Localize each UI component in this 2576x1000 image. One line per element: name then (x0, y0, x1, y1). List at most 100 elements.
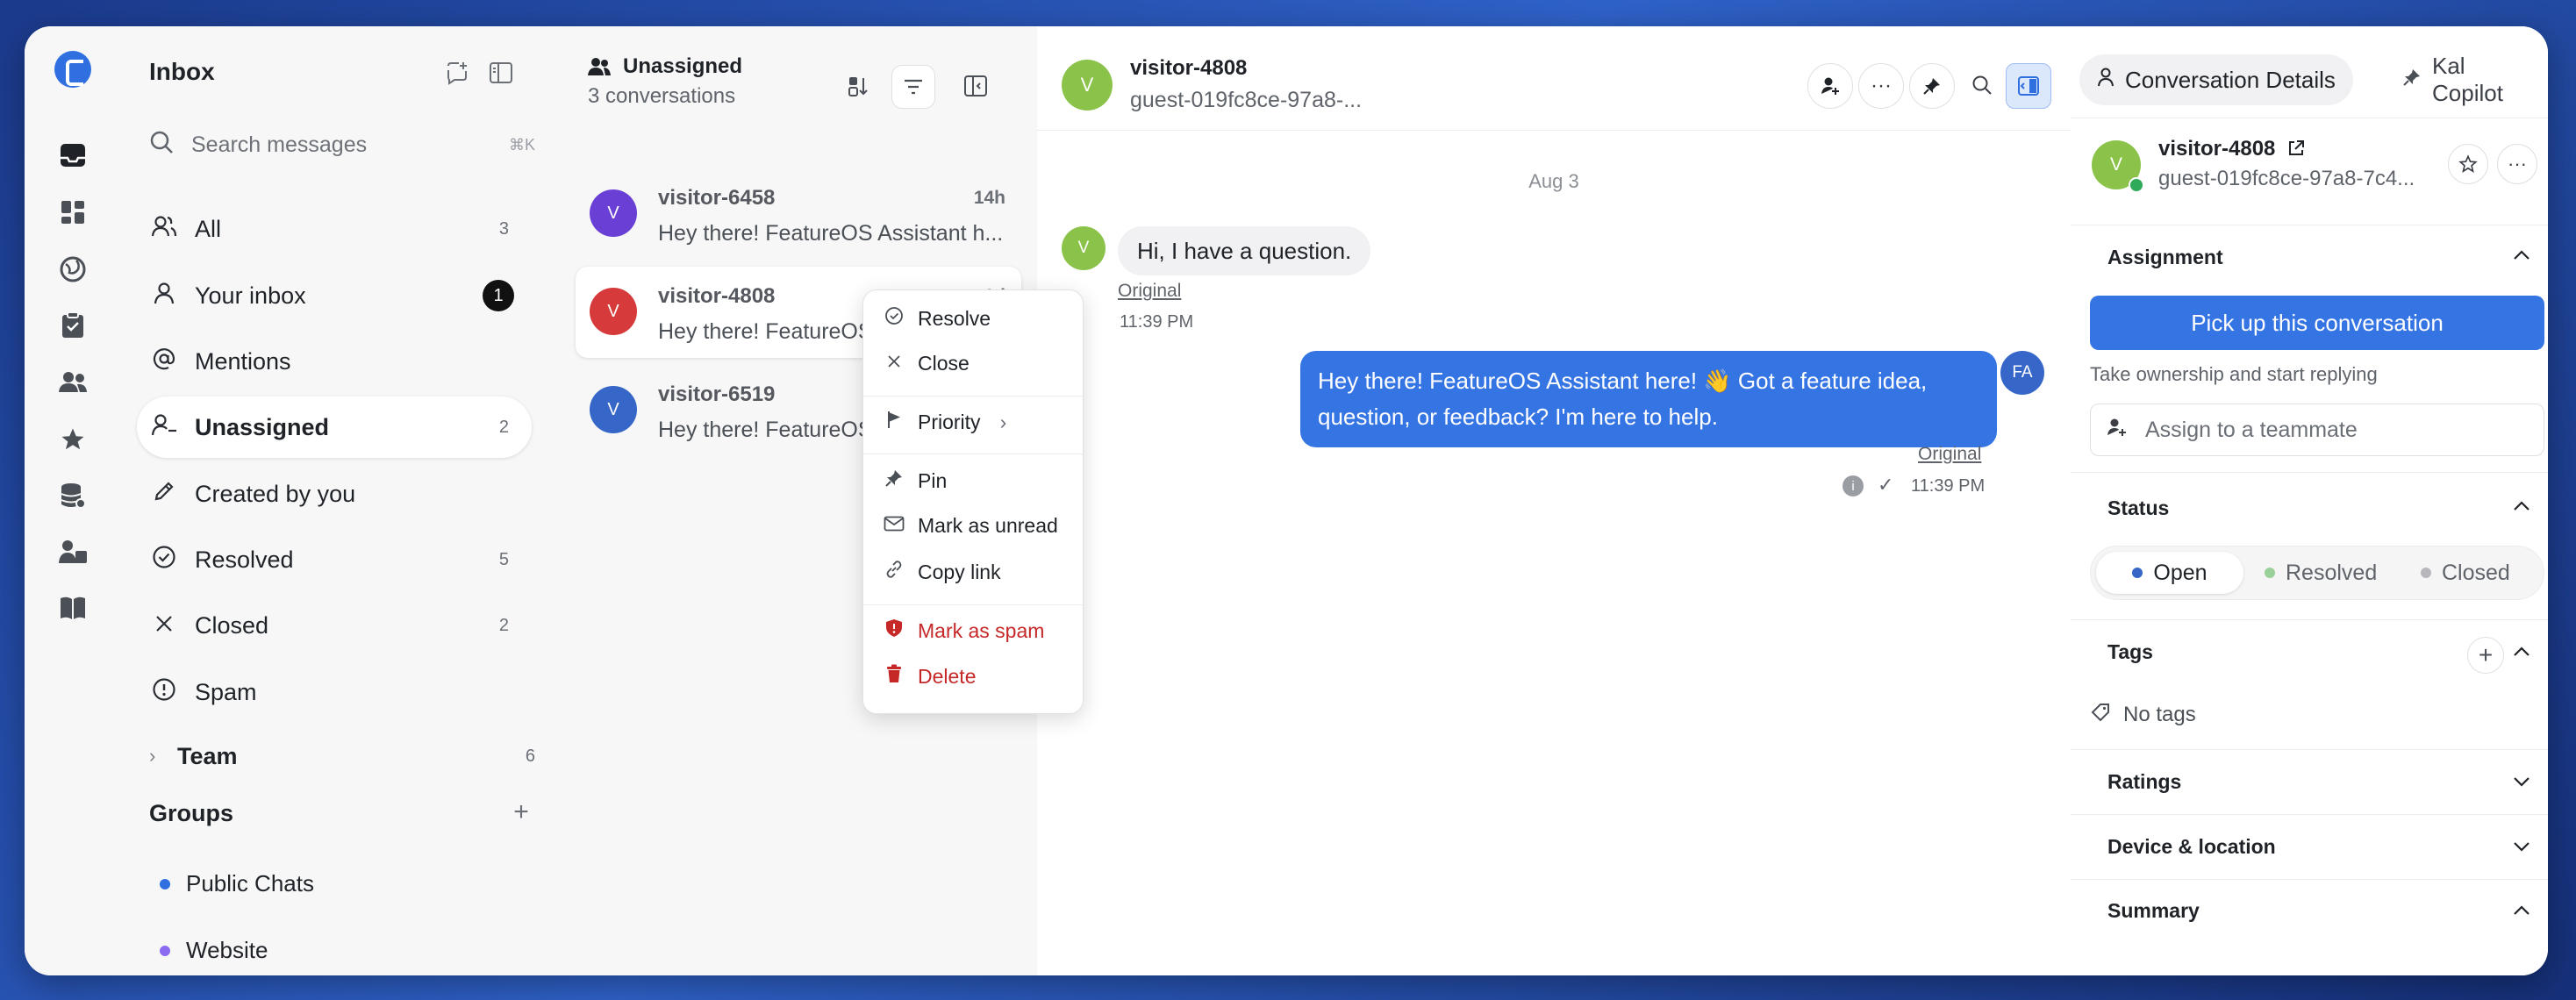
no-tags-text: No tags (2123, 703, 2196, 726)
book-icon[interactable] (56, 591, 89, 625)
conversation-item[interactable]: V visitor-6458 14h Hey there! FeatureOS … (576, 168, 1021, 260)
assign-teammate-field[interactable] (2090, 404, 2544, 456)
chat-contact-name: visitor-4808 (1130, 56, 1248, 80)
menu-item-mark-spam[interactable]: Mark as spam (883, 618, 1076, 643)
chevron-up-icon[interactable] (2513, 899, 2530, 922)
users-icon[interactable] (56, 365, 89, 398)
menu-item-mark-unread[interactable]: Mark as unread (883, 514, 1076, 538)
menu-label: Pin (918, 468, 948, 492)
star-icon[interactable] (56, 423, 89, 456)
nav-item-spam[interactable]: Spam (137, 661, 532, 723)
menu-item-close[interactable]: Close (883, 352, 1076, 375)
pick-up-conversation-button[interactable]: Pick up this conversation (2090, 296, 2544, 350)
menu-item-pin[interactable]: Pin (883, 468, 1076, 493)
sidebar-title: Inbox (149, 58, 215, 85)
section-title-tags[interactable]: Tags (2107, 640, 2153, 664)
group-item-public-chats[interactable]: Public Chats (160, 870, 314, 897)
nav-item-your-inbox[interactable]: Your inbox 1 (137, 265, 532, 326)
no-tags-label: No tags (2090, 702, 2196, 728)
unread-badge: 1 (483, 280, 514, 311)
chevron-up-icon[interactable] (2513, 640, 2530, 663)
original-link[interactable]: Original (1918, 444, 1981, 465)
contact-name[interactable]: visitor-4808 (2158, 137, 2306, 161)
menu-label: Mark as spam (918, 618, 1045, 642)
chevron-down-icon[interactable] (2513, 770, 2530, 793)
status-option-closed[interactable]: Closed (2407, 552, 2524, 594)
divider (2071, 749, 2548, 750)
nav-item-resolved[interactable]: Resolved 5 (137, 529, 532, 590)
clipboard-icon[interactable] (56, 309, 89, 342)
inbox-sidebar: Inbox ⌘K All 3 Your inbox 1 (125, 26, 564, 975)
menu-divider (863, 604, 1083, 605)
inbox-icon[interactable] (56, 139, 89, 172)
tab-kal-copilot[interactable]: Kal Copilot (2385, 53, 2548, 106)
nav-label: Created by you (195, 480, 356, 507)
mail-icon (883, 516, 905, 537)
link-icon (883, 560, 905, 584)
assign-teammate-input[interactable] (2143, 416, 2515, 444)
assign-user-icon (2107, 418, 2128, 442)
search-input[interactable] (190, 131, 483, 159)
details-panel-toggle-icon[interactable] (2006, 63, 2051, 109)
tab-conversation-details[interactable]: Conversation Details (2079, 54, 2353, 105)
nav-item-created-by-you[interactable]: Created by you (137, 463, 532, 525)
logo-icon[interactable] (54, 51, 91, 88)
section-title-device-location[interactable]: Device & location (2107, 835, 2276, 859)
search-icon[interactable] (1960, 63, 2004, 107)
check-circle-icon (883, 306, 905, 331)
filter-icon[interactable] (891, 65, 935, 109)
nav-item-unassigned[interactable]: Unassigned 2 (137, 396, 532, 458)
dashboard-icon[interactable] (56, 196, 89, 229)
menu-item-resolve[interactable]: Resolve (883, 306, 1076, 331)
nav-item-closed[interactable]: Closed 2 (137, 595, 532, 656)
external-link-icon[interactable] (2286, 139, 2306, 158)
chevron-right-icon: › (999, 410, 1007, 433)
check-circle-icon (151, 545, 177, 575)
sort-icon[interactable] (837, 65, 879, 107)
original-link[interactable]: Original (1118, 281, 1181, 302)
status-option-open[interactable]: Open (2096, 552, 2243, 594)
database-icon[interactable] (56, 479, 89, 512)
chevron-up-icon[interactable] (2513, 495, 2530, 518)
add-group-icon[interactable]: + (507, 798, 535, 826)
group-item-website[interactable]: Website (160, 937, 268, 964)
conversation-name: visitor-6519 (658, 382, 776, 406)
panel-toggle-icon[interactable] (955, 65, 997, 107)
conversation-preview: Hey there! FeatureOS Assistant h... (658, 221, 1004, 246)
new-chat-icon[interactable] (442, 58, 472, 88)
add-tag-icon[interactable]: + (2467, 637, 2504, 674)
info-icon[interactable]: i (1843, 475, 1864, 496)
section-title-status[interactable]: Status (2107, 496, 2169, 520)
menu-label: Copy link (918, 560, 1001, 583)
nav-count: 2 (498, 417, 509, 437)
chat-contact-id: guest-019fc8ce-97a8-... (1130, 88, 1363, 112)
chevron-up-icon[interactable] (2513, 244, 2530, 267)
more-icon[interactable]: ··· (2497, 144, 2537, 184)
chevron-down-icon[interactable] (2513, 835, 2530, 858)
divider (2071, 879, 2548, 880)
nav-item-all[interactable]: All 3 (137, 198, 532, 260)
globe-icon[interactable] (56, 253, 89, 286)
nav-label: Resolved (195, 546, 294, 573)
section-title-ratings[interactable]: Ratings (2107, 770, 2181, 794)
pin-icon[interactable] (1909, 63, 1955, 109)
section-title-summary[interactable]: Summary (2107, 899, 2200, 923)
team-icon[interactable] (56, 535, 89, 568)
menu-item-priority[interactable]: Priority › (883, 410, 1076, 434)
search-bar[interactable]: ⌘K (149, 123, 535, 167)
at-sign-icon (151, 347, 177, 376)
menu-item-delete[interactable]: Delete (883, 664, 1076, 689)
menu-label: Delete (918, 664, 977, 688)
menu-item-copy-link[interactable]: Copy link (883, 560, 1076, 584)
chat-panel: V visitor-4808 guest-019fc8ce-97a8-... ·… (1037, 26, 2072, 975)
section-title-assignment[interactable]: Assignment (2107, 246, 2223, 269)
status-option-resolved[interactable]: Resolved (2250, 552, 2391, 594)
nav-item-mentions[interactable]: Mentions (137, 331, 532, 392)
team-section[interactable]: › Team 6 (149, 739, 535, 774)
divider (2071, 814, 2548, 815)
assign-user-icon[interactable] (1807, 63, 1853, 109)
star-icon[interactable] (2448, 144, 2488, 184)
sidebar-toggle-icon[interactable] (486, 58, 516, 88)
more-icon[interactable]: ··· (1858, 63, 1904, 109)
status-label: Resolved (2286, 560, 2378, 585)
